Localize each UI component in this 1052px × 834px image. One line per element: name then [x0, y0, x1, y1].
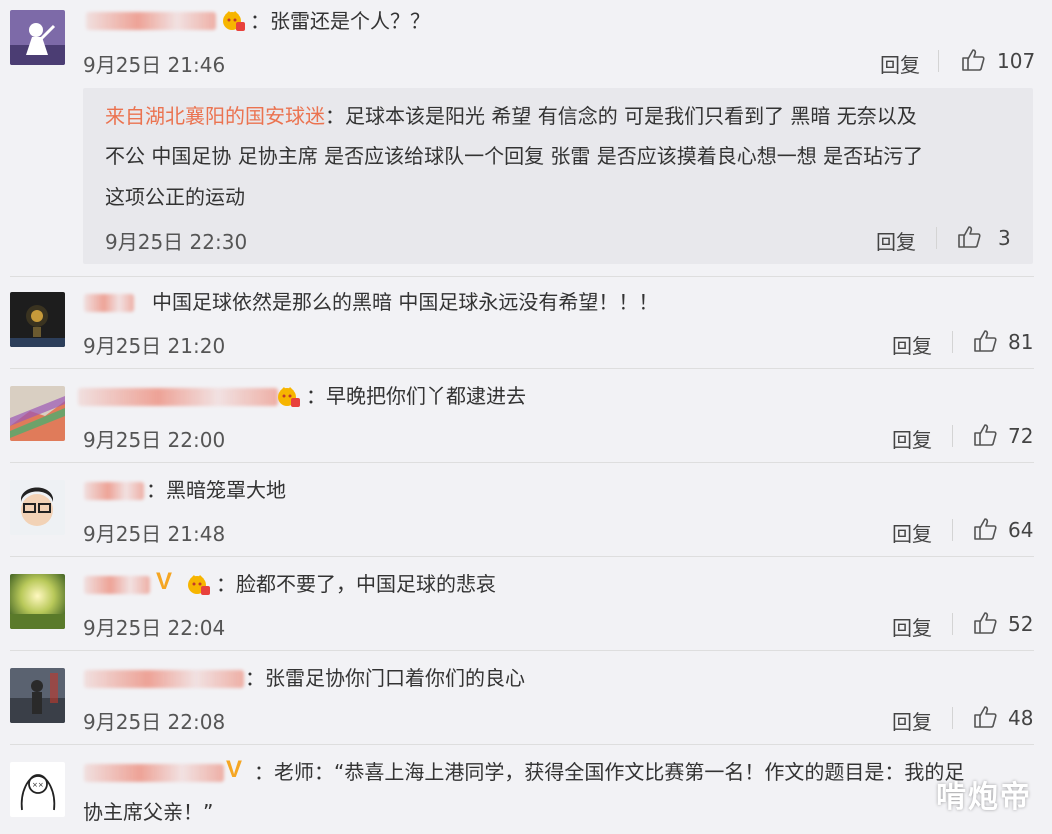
comment-time: 9月25日 21:20 [83, 334, 226, 358]
crown-level-badge-icon [221, 9, 245, 31]
comment-text: 中国足球依然是那么的黑暗 中国足球永远没有希望！！！ [152, 290, 659, 314]
divider [10, 368, 1034, 369]
divider [10, 650, 1034, 651]
like-count: 72 [1008, 424, 1034, 448]
comment-time: 9月25日 22:04 [83, 616, 226, 640]
comment-text-continued: 协主席父亲！” [83, 800, 214, 824]
watermark: 啃炮帝 [936, 780, 1032, 815]
reply-button[interactable]: 回复 [892, 518, 932, 547]
avatar[interactable] [10, 668, 65, 723]
reply-button[interactable]: 回复 [880, 49, 920, 78]
divider [10, 556, 1034, 557]
username-blurred[interactable] [84, 576, 150, 594]
divider [10, 276, 1034, 277]
reply-button[interactable]: 回复 [892, 330, 932, 359]
avatar[interactable] [10, 10, 65, 65]
separator [952, 707, 953, 729]
crown-level-badge-icon [276, 385, 300, 407]
like-count: 81 [1008, 330, 1034, 354]
crown-level-badge-icon [186, 573, 210, 595]
like-count: 107 [997, 49, 1036, 73]
username-blurred[interactable] [86, 12, 216, 30]
comment-text: ：脸都不要了，中国足球的悲哀 [216, 572, 496, 596]
like-count: 3 [998, 226, 1011, 250]
svg-text:××: ×× [32, 781, 44, 789]
sub-reply-time: 9月25日 22:30 [105, 230, 248, 254]
comment-text: ：张雷足协你门口着你们的良心 [245, 666, 525, 690]
separator [952, 613, 953, 635]
avatar[interactable] [10, 480, 65, 535]
comment-text: ：早晚把你们丫都逮进去 [306, 384, 526, 408]
username-blurred[interactable] [84, 670, 244, 688]
comment-time: 9月25日 22:00 [83, 428, 226, 452]
username-blurred[interactable] [78, 388, 278, 406]
comment-time: 9月25日 22:08 [83, 710, 226, 734]
separator [938, 50, 939, 72]
avatar[interactable] [10, 292, 65, 347]
sub-reply-box: 来自湖北襄阳的国安球迷：足球本该是阳光 希望 有信念的 可是我们只看到了 黑暗 … [83, 88, 1033, 264]
reply-button[interactable]: 回复 [892, 612, 932, 641]
sub-reply-line: 这项公正的运动 [105, 185, 245, 209]
thumbs-up-icon[interactable] [960, 47, 986, 73]
separator [952, 519, 953, 541]
reply-button[interactable]: 回复 [892, 706, 932, 735]
vip-v-icon: V [226, 756, 243, 783]
thumbs-up-icon[interactable] [972, 704, 998, 730]
sub-reply-line: ：足球本该是阳光 希望 有信念的 可是我们只看到了 黑暗 无奈以及 [325, 104, 917, 128]
avatar[interactable] [10, 386, 65, 441]
separator [936, 227, 937, 249]
sub-reply-text: 来自湖北襄阳的国安球迷：足球本该是阳光 希望 有信念的 可是我们只看到了 黑暗 … [105, 96, 917, 136]
comment-text: ：张雷还是个人？？ [250, 9, 430, 33]
like-count: 64 [1008, 518, 1034, 542]
separator [952, 331, 953, 353]
sub-reply-username[interactable]: 来自湖北襄阳的国安球迷 [105, 104, 325, 128]
comment-feed: ：张雷还是个人？？ 9月25日 21:46 回复 107 来自湖北襄阳的国安球迷… [0, 0, 1052, 834]
username-blurred[interactable] [84, 294, 134, 312]
thumbs-up-icon[interactable] [972, 328, 998, 354]
comment-text: ：黑暗笼罩大地 [146, 478, 286, 502]
comment-time: 9月25日 21:48 [83, 522, 226, 546]
comment-text: ：老师：“恭喜上海上港同学，获得全国作文比赛第一名！作文的题目是：我的足 [254, 760, 965, 784]
like-count: 52 [1008, 612, 1034, 636]
avatar[interactable] [10, 574, 65, 629]
thumbs-up-icon[interactable] [956, 224, 982, 250]
separator [952, 425, 953, 447]
reply-button[interactable]: 回复 [892, 424, 932, 453]
username-blurred[interactable] [84, 482, 144, 500]
comment-time: 9月25日 21:46 [83, 53, 226, 77]
reply-button[interactable]: 回复 [876, 226, 916, 255]
divider [10, 462, 1034, 463]
thumbs-up-icon[interactable] [972, 516, 998, 542]
thumbs-up-icon[interactable] [972, 610, 998, 636]
avatar[interactable]: ×× [10, 762, 65, 817]
username-blurred[interactable] [84, 764, 224, 782]
like-count: 48 [1008, 706, 1034, 730]
divider [10, 744, 1034, 745]
vip-v-icon: V [156, 568, 173, 595]
thumbs-up-icon[interactable] [972, 422, 998, 448]
sub-reply-line: 不公 中国足协 足协主席 是否应该给球队一个回复 张雷 是否应该摸着良心想一想 … [105, 144, 924, 168]
